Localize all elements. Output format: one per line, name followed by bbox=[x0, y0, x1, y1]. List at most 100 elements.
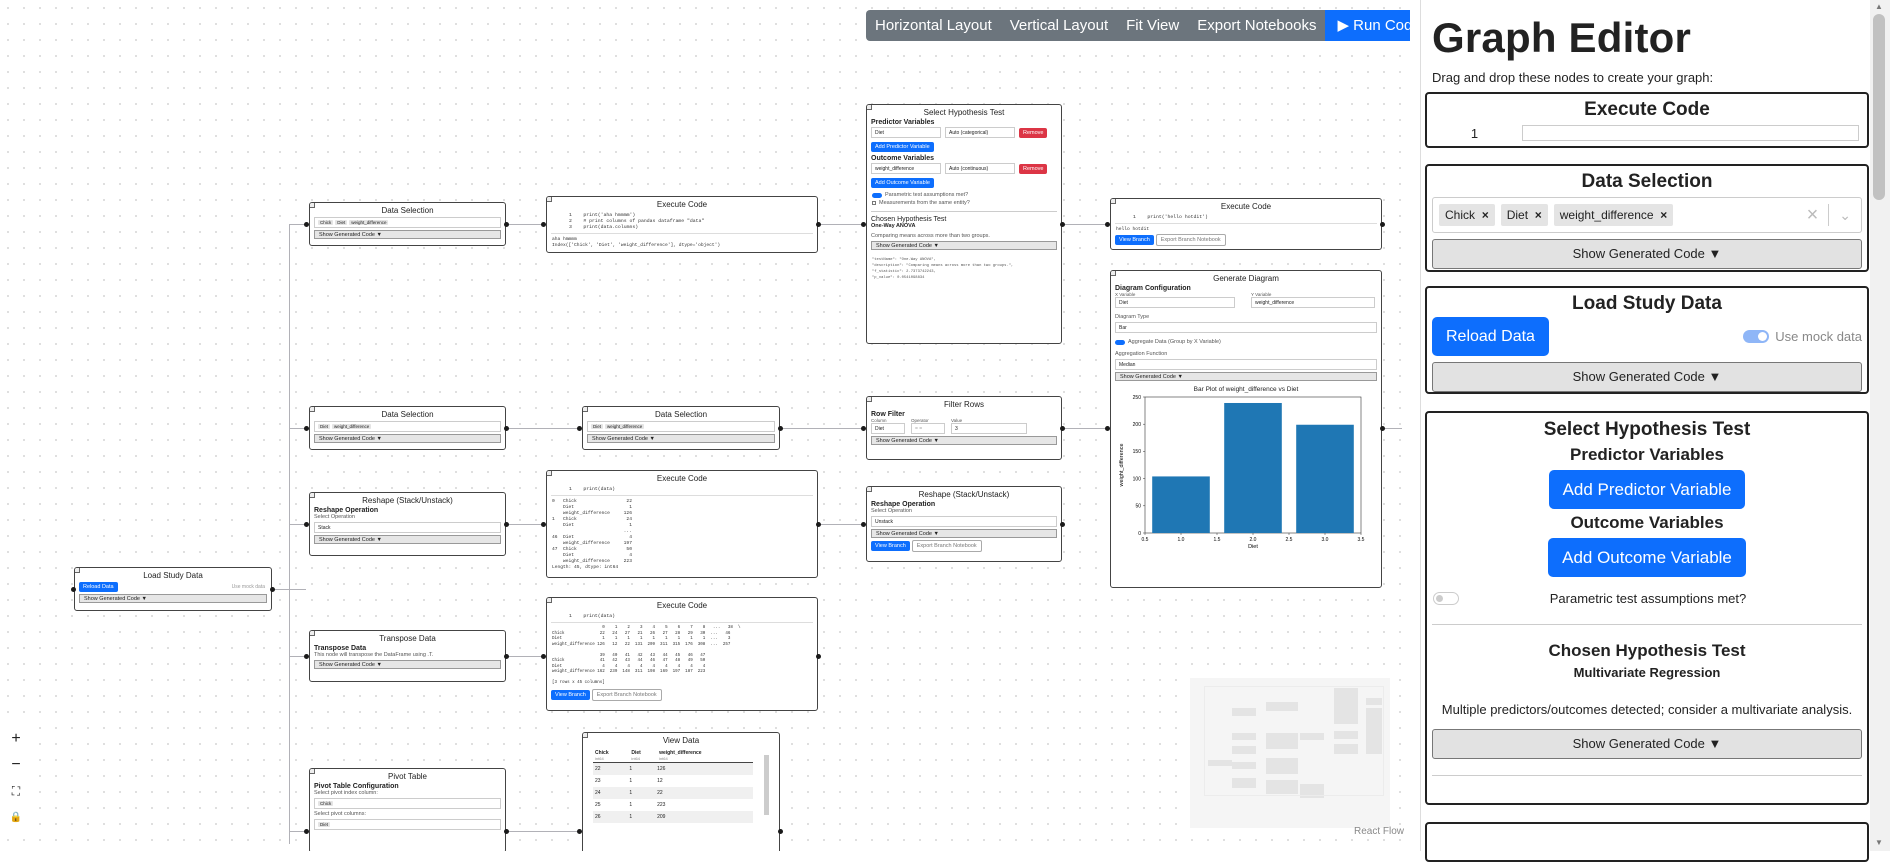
input-handle[interactable] bbox=[577, 829, 582, 834]
scroll-down-icon[interactable]: ▼ bbox=[1875, 838, 1883, 847]
add-predictor-button[interactable]: Add Predictor Variable bbox=[1548, 470, 1746, 509]
export-notebooks-button[interactable]: Export Notebooks bbox=[1188, 10, 1326, 41]
input-handle[interactable] bbox=[304, 829, 309, 834]
node-handle[interactable] bbox=[310, 631, 315, 636]
select-hypothesis-test-node[interactable]: Select Hypothesis Test Predictor Variabl… bbox=[866, 104, 1062, 344]
predictor-type-select[interactable]: Auto (categorical) bbox=[945, 127, 1015, 138]
mock-data-toggle[interactable]: Use mock data bbox=[232, 584, 265, 590]
scroll-up-icon[interactable]: ▲ bbox=[1875, 2, 1883, 11]
show-generated-code-button[interactable]: Show Generated Code ▼ bbox=[314, 535, 501, 544]
aggregate-toggle[interactable] bbox=[1115, 339, 1125, 345]
remove-chip-icon[interactable]: × bbox=[1535, 208, 1542, 222]
column-select[interactable]: Diet bbox=[871, 423, 905, 434]
column-chip[interactable]: Diet bbox=[318, 822, 331, 827]
show-generated-code-button[interactable]: Show Generated Code ▼ bbox=[871, 436, 1057, 445]
data-selection-node[interactable]: Data Selection Chick Diet weight_differe… bbox=[309, 202, 506, 246]
load-study-data-node[interactable]: Load Study Data Reload Data Use mock dat… bbox=[74, 567, 272, 611]
node-handle[interactable] bbox=[310, 407, 315, 412]
transpose-node[interactable]: Transpose Data Transpose Data This node … bbox=[309, 630, 506, 682]
output-handle[interactable] bbox=[1060, 426, 1065, 431]
show-generated-code-button[interactable]: Show Generated Code ▼ bbox=[1115, 372, 1377, 381]
column-multiselect[interactable]: Diet weight_difference bbox=[314, 421, 501, 432]
outcome-type-select[interactable]: Auto (continuous) bbox=[945, 163, 1015, 174]
show-generated-code-button[interactable]: Show Generated Code ▼ bbox=[871, 529, 1057, 538]
export-branch-notebook-button[interactable]: Export Branch Notebook bbox=[911, 540, 982, 552]
node-handle[interactable] bbox=[867, 105, 872, 110]
input-handle[interactable] bbox=[861, 222, 866, 227]
zoom-in-icon[interactable]: + bbox=[7, 726, 25, 752]
reshape-node[interactable]: Reshape (Stack/Unstack) Reshape Operatio… bbox=[866, 486, 1062, 562]
data-selection-node[interactable]: Data Selection Diet weight_difference Sh… bbox=[309, 406, 506, 450]
column-chip[interactable]: Diet bbox=[591, 424, 604, 429]
input-handle[interactable] bbox=[541, 654, 546, 659]
zoom-out-icon[interactable]: − bbox=[7, 752, 25, 778]
show-generated-code-button[interactable]: Show Generated Code ▼ bbox=[79, 594, 267, 603]
output-handle[interactable] bbox=[504, 522, 509, 527]
input-handle[interactable] bbox=[1105, 222, 1110, 227]
palette-data-selection[interactable]: Data Selection Chick × Diet × weight_dif… bbox=[1425, 164, 1869, 272]
output-handle[interactable] bbox=[816, 222, 821, 227]
node-handle[interactable] bbox=[547, 598, 552, 603]
output-handle[interactable] bbox=[1060, 522, 1065, 527]
show-generated-code-button[interactable]: Show Generated Code ▼ bbox=[871, 241, 1057, 250]
table-scrollbar[interactable] bbox=[764, 755, 769, 815]
add-predictor-button[interactable]: Add Predictor Variable bbox=[871, 142, 934, 152]
output-handle[interactable] bbox=[816, 522, 821, 527]
y-variable-select[interactable]: weight_difference bbox=[1251, 297, 1375, 308]
node-handle[interactable] bbox=[867, 397, 872, 402]
data-selection-node[interactable]: Data Selection Diet weight_difference Sh… bbox=[582, 406, 780, 450]
index-select[interactable]: Chick bbox=[314, 798, 501, 809]
node-handle[interactable] bbox=[583, 733, 588, 738]
reshape-node[interactable]: Reshape (Stack/Unstack) Reshape Operatio… bbox=[309, 492, 506, 556]
node-handle[interactable] bbox=[583, 407, 588, 412]
view-branch-button[interactable]: View Branch bbox=[871, 541, 910, 551]
outcome-select[interactable]: weight_difference bbox=[871, 163, 941, 174]
column-chip[interactable]: Chick bbox=[318, 220, 334, 225]
palette-execute-code[interactable]: Execute Code 1 bbox=[1425, 92, 1869, 148]
palette-load-study-data[interactable]: Load Study Data Reload Data Use mock dat… bbox=[1425, 286, 1869, 394]
operator-select[interactable]: = = bbox=[911, 423, 945, 434]
output-handle[interactable] bbox=[1380, 222, 1385, 227]
node-handle[interactable] bbox=[1111, 199, 1116, 204]
node-handle[interactable] bbox=[867, 487, 872, 492]
minimap-viewport[interactable] bbox=[1204, 686, 1384, 796]
palette-select-hypothesis-test[interactable]: Select Hypothesis Test Predictor Variabl… bbox=[1425, 411, 1869, 805]
panel-scrollbar-thumb[interactable] bbox=[1873, 14, 1885, 200]
fit-view-icon[interactable]: ⛶ bbox=[7, 778, 25, 804]
pivot-table-node[interactable]: Pivot Table Pivot Table Configuration Se… bbox=[309, 768, 506, 851]
input-handle[interactable] bbox=[541, 522, 546, 527]
execute-code-node[interactable]: Execute Code 1 print(data) 0 Chick 22 Di… bbox=[546, 470, 818, 578]
run-code-button[interactable]: ▶ Run Code bbox=[1325, 10, 1410, 41]
input-handle[interactable] bbox=[304, 654, 309, 659]
view-branch-button[interactable]: View Branch bbox=[1115, 235, 1154, 245]
node-handle[interactable] bbox=[547, 471, 552, 476]
column-chip[interactable]: weight_difference bbox=[349, 220, 389, 225]
operation-select[interactable]: Unstack bbox=[871, 516, 1057, 527]
parametric-toggle[interactable] bbox=[872, 192, 882, 198]
show-generated-code-button[interactable]: Show Generated Code ▼ bbox=[314, 660, 501, 669]
attribution-link[interactable]: React Flow bbox=[1354, 826, 1404, 837]
x-variable-select[interactable]: Diet bbox=[1115, 297, 1235, 308]
remove-chip-icon[interactable]: × bbox=[1482, 208, 1489, 222]
output-handle[interactable] bbox=[778, 829, 783, 834]
input-handle[interactable] bbox=[861, 522, 866, 527]
column-chip[interactable]: weight_difference bbox=[332, 424, 372, 429]
reload-data-button[interactable]: Reload Data bbox=[1432, 317, 1549, 356]
lock-icon[interactable]: 🔒 bbox=[7, 804, 25, 830]
show-generated-code-button[interactable]: Show Generated Code ▼ bbox=[1432, 729, 1862, 759]
output-handle[interactable] bbox=[504, 654, 509, 659]
remove-chip-icon[interactable]: × bbox=[1660, 208, 1667, 222]
show-generated-code-button[interactable]: Show Generated Code ▼ bbox=[1432, 362, 1862, 392]
show-generated-code-button[interactable]: Show Generated Code ▼ bbox=[314, 230, 501, 239]
column-chip[interactable]: weight_difference × bbox=[1553, 204, 1674, 226]
column-multiselect[interactable]: Chick × Diet × weight_difference × × ⌄ bbox=[1432, 197, 1862, 233]
reload-data-button[interactable]: Reload Data bbox=[79, 582, 118, 592]
execute-code-node[interactable]: Execute Code 1 print('aha hmmmm') 2 # pr… bbox=[546, 196, 818, 253]
repeat-checkbox[interactable] bbox=[872, 201, 876, 205]
execute-code-node[interactable]: Execute Code 1 print('hello hotdit') hel… bbox=[1110, 198, 1382, 250]
output-handle[interactable] bbox=[1380, 426, 1385, 431]
flow-canvas[interactable]: Load Study Data Reload Data Use mock dat… bbox=[0, 0, 1410, 851]
show-generated-code-button[interactable]: Show Generated Code ▼ bbox=[1432, 239, 1862, 269]
palette-next-node[interactable] bbox=[1425, 822, 1869, 862]
output-handle[interactable] bbox=[504, 222, 509, 227]
